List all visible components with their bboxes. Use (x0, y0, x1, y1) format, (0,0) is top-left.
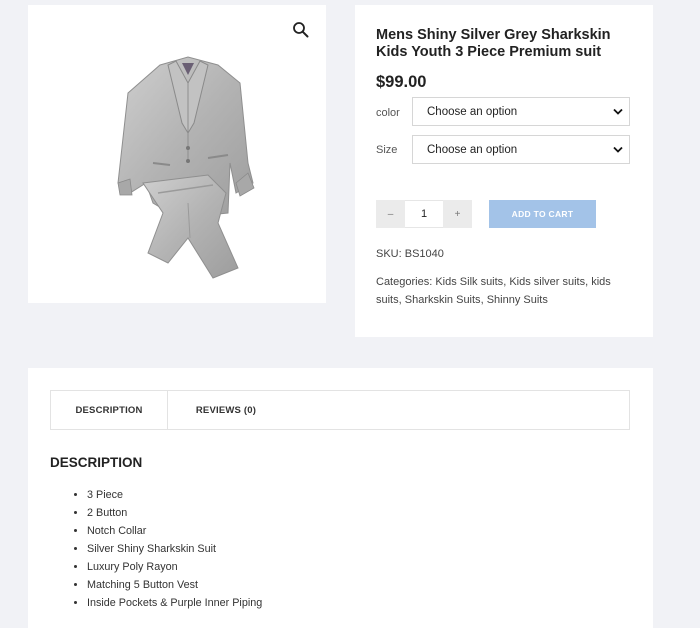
color-label: color (376, 107, 400, 119)
quantity-input[interactable]: 1 (405, 200, 443, 228)
add-to-cart-button[interactable]: ADD TO CART (489, 200, 596, 228)
categories: Categories: Kids Silk suits, Kids silver… (376, 276, 611, 306)
size-label: Size (376, 144, 398, 156)
color-select-value: Choose an option (427, 106, 518, 118)
list-item: Luxury Poly Rayon (87, 558, 262, 576)
sku-value: BS1040 (404, 248, 444, 260)
list-item: Notch Collar (87, 522, 262, 540)
description-heading: DESCRIPTION (50, 455, 143, 470)
sku-label: SKU: (376, 248, 402, 260)
tab-description[interactable]: DESCRIPTION (51, 391, 168, 429)
color-select[interactable]: Choose an option (412, 97, 630, 126)
chevron-down-icon (613, 108, 623, 115)
tab-reviews[interactable]: REVIEWS (0) (168, 391, 284, 429)
description-list: 3 Piece 2 Button Notch Collar Silver Shi… (50, 486, 262, 612)
sku: SKU: BS1040 (376, 248, 444, 260)
size-select[interactable]: Choose an option (412, 135, 630, 164)
size-select-value: Choose an option (427, 144, 518, 156)
category-link[interactable]: Sharkskin Suits (405, 294, 481, 306)
category-link[interactable]: Shinny Suits (487, 294, 548, 306)
product-image[interactable] (98, 53, 278, 283)
product-image-card (28, 5, 326, 303)
product-info-card: Mens Shiny Silver Grey Sharkskin Kids Yo… (355, 5, 653, 337)
category-link[interactable]: Kids silver suits (509, 276, 585, 288)
list-item: Matching 5 Button Vest (87, 576, 262, 594)
tabs: DESCRIPTION REVIEWS (0) (50, 390, 630, 430)
quantity-decrease-button[interactable]: – (376, 200, 405, 228)
quantity-stepper: – 1 + (376, 200, 472, 228)
list-item: 2 Button (87, 504, 262, 522)
quantity-increase-button[interactable]: + (443, 200, 472, 228)
list-item: Inside Pockets & Purple Inner Piping (87, 594, 262, 612)
list-item: Silver Shiny Sharkskin Suit (87, 540, 262, 558)
categories-label: Categories: (376, 276, 433, 288)
product-title: Mens Shiny Silver Grey Sharkskin Kids Yo… (376, 27, 611, 60)
zoom-icon[interactable] (292, 21, 310, 39)
product-price: $99.00 (376, 73, 427, 91)
list-item: 3 Piece (87, 486, 262, 504)
description-card: DESCRIPTION REVIEWS (0) DESCRIPTION 3 Pi… (28, 368, 653, 628)
chevron-down-icon (613, 146, 623, 153)
category-link[interactable]: Kids Silk suits (435, 276, 503, 288)
